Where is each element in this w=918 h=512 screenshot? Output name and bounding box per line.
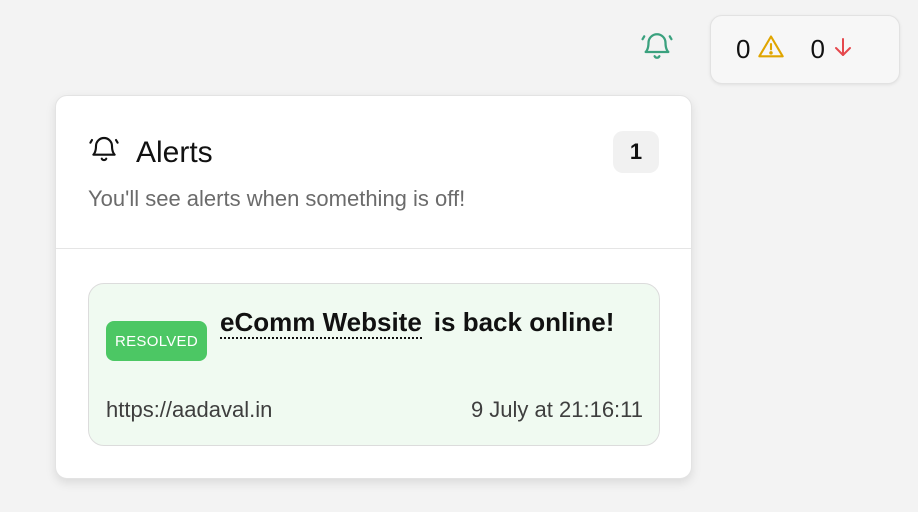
alerts-subtitle: You'll see alerts when something is off! — [88, 186, 466, 211]
status-summary: 0 0 — [710, 15, 900, 84]
alerts-title-row: Alerts — [88, 134, 213, 171]
alert-item[interactable]: RESOLVED eComm Website is back online! ht… — [88, 283, 660, 446]
alert-timestamp: 9 July at 21:16:11 — [470, 397, 643, 422]
warning-count: 0 — [736, 34, 751, 64]
alerts-count-badge: 1 — [613, 131, 659, 173]
alert-message-text: is back online! — [433, 307, 615, 337]
bell-icon — [88, 134, 120, 171]
alert-url: https://aadaval.in — [106, 397, 273, 422]
alerts-title: Alerts — [136, 135, 213, 169]
alerts-panel-header: Alerts 1 You'll see alerts when somethin… — [56, 96, 691, 249]
down-count: 0 — [810, 34, 825, 64]
warning-status[interactable]: 0 — [736, 33, 786, 66]
arrow-down-icon — [831, 34, 855, 65]
notifications-bell-button[interactable] — [638, 30, 676, 68]
bell-icon — [640, 30, 674, 69]
warning-triangle-icon — [756, 33, 786, 66]
alert-message: eComm Website is back online! — [220, 302, 630, 342]
resolved-badge: RESOLVED — [106, 321, 207, 361]
alerts-panel: Alerts 1 You'll see alerts when somethin… — [55, 95, 692, 479]
down-status[interactable]: 0 — [810, 34, 854, 65]
monitor-link[interactable]: eComm Website — [220, 307, 422, 339]
app-stage: 0 0 Alerts 1 You'll see alerts when some… — [0, 0, 918, 512]
